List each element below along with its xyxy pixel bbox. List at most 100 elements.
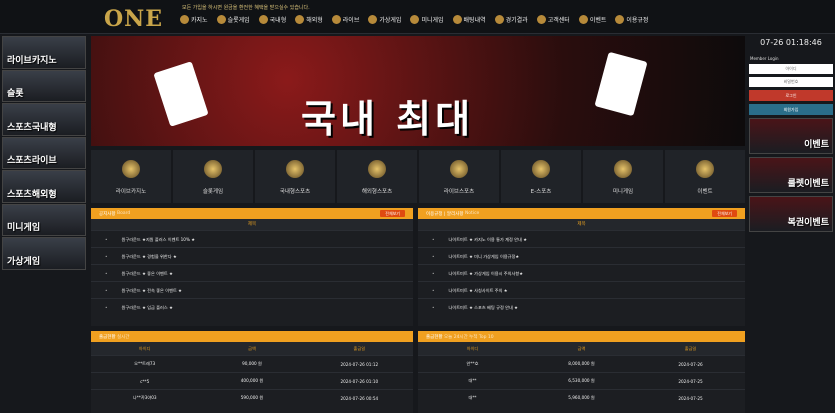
sidebar-game-button[interactable]: 슬롯 xyxy=(2,69,86,102)
list-item[interactable]: • 나이트미트 ★ 사칭사이트 주의 ★ xyxy=(418,281,745,298)
table-cell: 2024-07-26 xyxy=(678,361,703,367)
join-button[interactable]: 회원가입 xyxy=(749,104,833,115)
column-header: 아이디 xyxy=(138,345,151,351)
nav-item[interactable]: 경기결과 xyxy=(494,15,528,24)
game-menu-item[interactable]: 라이브카지노 xyxy=(91,150,171,203)
list-item[interactable]: • 나이트미트 ★ 가상게임 이용시 주의사항★ xyxy=(418,264,745,281)
nav-item[interactable]: 이용규정 xyxy=(615,15,648,24)
game-icon xyxy=(286,160,304,178)
id-input[interactable]: 아이디 xyxy=(749,64,833,74)
ranking-header: 출금현황 오늘 24시간 누적 Top 10 xyxy=(418,331,745,342)
table-row: 대** 5,960,000 원 2024-07-25 xyxy=(418,389,745,406)
nav-item[interactable]: 슬롯게임 xyxy=(216,15,250,24)
sidebar-game-button[interactable]: 스포츠해외형 xyxy=(2,170,86,203)
ranking-sub: 오늘 24시간 누적 Top 10 xyxy=(444,334,494,340)
password-input[interactable]: 비밀번호 xyxy=(749,77,833,87)
promo-banner-label: 복권이벤트 xyxy=(787,218,829,228)
nav-icon xyxy=(578,15,588,24)
sidebar-game-label: 슬롯 xyxy=(7,89,24,99)
nav-item[interactable]: 미니게임 xyxy=(410,15,444,24)
login-button[interactable]: 로그인 xyxy=(749,90,833,101)
ranking-col-header: 아이디 금액 출금일 xyxy=(418,342,745,355)
game-menu-item[interactable]: 이벤트 xyxy=(665,150,745,203)
game-label: 미니게임 xyxy=(612,189,634,195)
sidebar-game-button[interactable]: 라이브카지노 xyxy=(2,36,86,69)
sidebar-game-button[interactable]: 미니게임 xyxy=(2,203,86,236)
table-cell: 2024-07-25 xyxy=(678,395,703,401)
nav-label: 경기결과 xyxy=(505,17,528,24)
table-cell: 6,530,000 원 xyxy=(568,378,595,383)
sidebar-game-button[interactable]: 스포츠라이브 xyxy=(2,136,86,169)
nav-item[interactable]: 가상게임 xyxy=(368,15,401,24)
bullet-icon: • xyxy=(105,288,108,293)
sidebar-game-label: 스포츠라이브 xyxy=(7,156,57,166)
nav-item[interactable]: 고객센터 xyxy=(536,15,570,24)
withdraw-col-header: 아이디 금액 출금일 xyxy=(91,342,413,355)
column-header: 출금일 xyxy=(684,345,697,351)
nav-item[interactable]: 국내형 xyxy=(258,15,286,24)
bullet-icon: • xyxy=(432,288,435,293)
nav-item[interactable]: 배팅내역 xyxy=(452,15,486,24)
table-row: 오**트레73 90,000 원 2024-07-26 01:12 xyxy=(91,355,413,372)
notice-more-button[interactable]: 전체보기 xyxy=(380,210,405,217)
game-menu-item[interactable]: 미니게임 xyxy=(583,150,663,203)
notice-col-header: 제목 xyxy=(91,219,413,230)
rules-more-button[interactable]: 전체보기 xyxy=(712,210,737,217)
table-cell: 90,000 원 xyxy=(242,361,262,366)
game-icon xyxy=(204,160,222,178)
list-item-title: 나이트미트 ★ 스포츠 베팅 규정 안내 ★ xyxy=(448,305,518,310)
list-item[interactable]: • 원구라운드 ★ 전속 좋은 이벤트 ★ xyxy=(91,281,413,298)
column-header: 아이디 xyxy=(466,345,479,351)
promo-banner[interactable]: 룰렛이벤트 xyxy=(749,157,833,193)
nav-label: 카지노 xyxy=(191,17,208,24)
promo-banner[interactable]: 이벤트 xyxy=(749,118,833,154)
game-menu-item[interactable]: 슬롯게임 xyxy=(173,150,253,203)
list-item-title: 원구라운드 ★지원 플러스 이벤트 10% ★ xyxy=(121,237,196,242)
nav-item[interactable]: 해외형 xyxy=(295,15,323,24)
nav-item[interactable]: 이벤트 xyxy=(578,15,606,24)
game-label: E-스포츠 xyxy=(530,189,552,195)
table-cell: 안**호 xyxy=(466,361,479,366)
game-label: 라이브카지노 xyxy=(115,189,147,195)
left-sidebar: 라이브카지노슬롯스포츠국내형스포츠라이브스포츠해외형 미니게임 가상게임 xyxy=(2,36,86,271)
game-menu-item[interactable]: E-스포츠 xyxy=(501,150,581,203)
nav-item[interactable]: 카지노 xyxy=(180,15,208,24)
list-item[interactable]: • 원구라운드 ★ 경험을 위한다 ★ xyxy=(91,247,413,264)
list-item-title: 나이트미트 ★ 사칭사이트 주의 ★ xyxy=(448,288,508,293)
list-item[interactable]: • 나이트미트 ★ 카지노 이용 통가 계정 안내 ★ xyxy=(418,230,745,247)
nav-icon xyxy=(494,15,504,24)
list-item[interactable]: • 원구라운드 ★지원 플러스 이벤트 10% ★ xyxy=(91,230,413,247)
promo-banner[interactable]: 복권이벤트 xyxy=(749,196,833,232)
table-row: 나**캬3야03 590,000 원 2024-07-26 00:54 xyxy=(91,389,413,406)
game-menu-item[interactable]: 라이브스포츠 xyxy=(419,150,499,203)
bullet-icon: • xyxy=(105,305,108,310)
game-menu-item[interactable]: 국내형스포츠 xyxy=(255,150,335,203)
list-item[interactable]: • 원구라운드 ★ 좋은 이벤트 ★ xyxy=(91,264,413,281)
sidebar-game-button[interactable]: 가상게임 xyxy=(2,237,86,270)
sidebar-game-button[interactable]: 스포츠국내형 xyxy=(2,103,86,136)
list-item[interactable]: • 원구라운드 ★ 입금 플러스 ★ xyxy=(91,298,413,315)
rules-header: 이용규정 | 알리사항 Notice 전체보기 xyxy=(418,208,745,219)
column-header: 출금일 xyxy=(353,345,366,351)
rules-panel: 이용규정 | 알리사항 Notice 전체보기 제목 • 나이트미트 ★ 카지노 … xyxy=(418,208,745,326)
ranking-panel: 출금현황 오늘 24시간 누적 Top 10 아이디 금액 출금일 안**호 8,00… xyxy=(418,331,745,413)
table-row: c**5 400,000 원 2024-07-26 01:10 xyxy=(91,372,413,389)
hero-title: 국내 최대 xyxy=(301,97,475,141)
game-icon xyxy=(368,160,386,178)
nav-icon xyxy=(258,15,268,24)
notice-title: 공지사항 xyxy=(99,211,116,217)
game-icon xyxy=(532,160,550,178)
nav-item[interactable]: 라이브 xyxy=(331,15,359,24)
list-item[interactable]: • 나이트미트 ★ 미니 가상게임 이용규정★ xyxy=(418,247,745,264)
nav-icon xyxy=(615,15,625,24)
table-row: 안**호 8,000,000 원 2024-07-26 xyxy=(418,355,745,372)
list-item[interactable]: • 나이트미트 ★ 스포츠 베팅 규정 안내 ★ xyxy=(418,298,745,315)
site-logo[interactable]: ONE xyxy=(104,6,163,32)
game-menu-item[interactable]: 해외형스포츠 xyxy=(337,150,417,203)
game-icon xyxy=(450,160,468,178)
rules-col-header: 제목 xyxy=(418,219,745,230)
table-cell: 대** xyxy=(468,378,477,383)
notice-marquee: 모든 가입을 하시면 원금을 환전한 혜택을 받으실수 있습니다. xyxy=(182,5,310,11)
table-cell: 8,000,000 원 xyxy=(568,361,595,366)
list-item-title: 나이트미트 ★ 카지노 이용 통가 계정 안내 ★ xyxy=(448,237,527,242)
